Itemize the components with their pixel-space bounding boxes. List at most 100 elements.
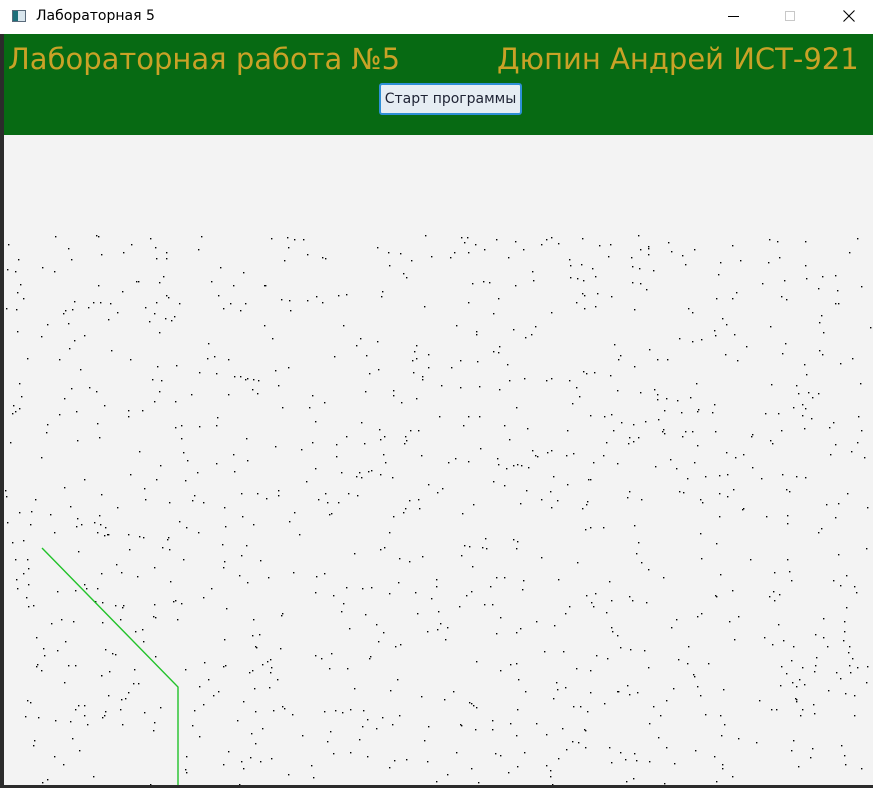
canvas-point bbox=[175, 600, 177, 602]
canvas-point bbox=[447, 774, 449, 776]
canvas-point bbox=[479, 416, 481, 418]
canvas-point bbox=[216, 463, 218, 465]
canvas-point bbox=[579, 396, 581, 398]
canvas-point bbox=[171, 320, 173, 322]
canvas-point bbox=[347, 668, 349, 670]
canvas-point bbox=[34, 740, 36, 742]
start-program-button[interactable]: Старт программы bbox=[379, 83, 522, 115]
canvas-point bbox=[584, 295, 586, 297]
canvas-point bbox=[504, 577, 506, 579]
canvas-point bbox=[199, 426, 201, 428]
canvas-point bbox=[250, 757, 252, 759]
canvas-point bbox=[486, 548, 488, 550]
canvas-point bbox=[476, 331, 478, 333]
canvas-point bbox=[253, 379, 255, 381]
canvas-point bbox=[611, 627, 613, 629]
canvas-point bbox=[27, 559, 29, 561]
canvas-point bbox=[361, 477, 363, 479]
canvas-point bbox=[161, 380, 163, 382]
canvas-point bbox=[289, 300, 291, 302]
canvas-point bbox=[400, 644, 402, 646]
canvas-point bbox=[595, 593, 597, 595]
canvas-point bbox=[240, 310, 242, 312]
canvas-point bbox=[766, 516, 768, 518]
canvas-point bbox=[840, 363, 842, 365]
canvas-point bbox=[590, 415, 592, 417]
canvas-point bbox=[41, 336, 43, 338]
canvas-point bbox=[468, 252, 470, 254]
canvas-point bbox=[471, 591, 473, 593]
canvas-point bbox=[100, 302, 102, 304]
canvas-point bbox=[468, 302, 470, 304]
canvas-point bbox=[786, 299, 788, 301]
canvas-point bbox=[821, 315, 823, 317]
canvas-point bbox=[515, 241, 517, 243]
canvas-point bbox=[130, 474, 132, 476]
canvas-point bbox=[727, 474, 729, 476]
canvas-point bbox=[641, 499, 643, 501]
canvas-point bbox=[333, 753, 335, 755]
canvas-point bbox=[806, 374, 808, 376]
canvas-point bbox=[499, 389, 501, 391]
canvas-point bbox=[330, 731, 332, 733]
canvas-point bbox=[513, 465, 515, 467]
close-button[interactable] bbox=[826, 0, 872, 32]
canvas-point bbox=[478, 782, 480, 784]
canvas-point bbox=[301, 449, 303, 451]
canvas-point bbox=[401, 402, 403, 404]
canvas-point bbox=[264, 325, 266, 327]
canvas-point bbox=[281, 615, 283, 617]
canvas-point bbox=[7, 269, 9, 271]
canvas-point bbox=[715, 431, 717, 433]
canvas-point bbox=[719, 475, 721, 477]
canvas-point bbox=[168, 537, 170, 539]
canvas-point bbox=[551, 237, 553, 239]
canvas-point bbox=[392, 477, 394, 479]
title-bar[interactable]: Лабораторная 5 bbox=[0, 0, 873, 34]
canvas-point bbox=[498, 298, 500, 300]
canvas-point bbox=[226, 608, 228, 610]
canvas-point bbox=[170, 581, 172, 583]
canvas-point bbox=[168, 297, 170, 299]
canvas-point bbox=[569, 380, 571, 382]
canvas-point bbox=[485, 538, 487, 540]
canvas-point bbox=[636, 760, 638, 762]
maximize-button[interactable] bbox=[767, 0, 813, 32]
canvas-point bbox=[701, 339, 703, 341]
canvas-point bbox=[557, 500, 559, 502]
canvas-point bbox=[412, 360, 414, 362]
canvas-point bbox=[722, 764, 724, 766]
canvas-point bbox=[852, 358, 854, 360]
canvas-point bbox=[397, 679, 399, 681]
canvas-point bbox=[752, 434, 754, 436]
canvas-point bbox=[785, 343, 787, 345]
canvas-point bbox=[673, 688, 675, 690]
canvas-point bbox=[777, 241, 779, 243]
canvas-point bbox=[509, 439, 511, 441]
canvas-point bbox=[518, 679, 520, 681]
drawing-canvas[interactable] bbox=[4, 135, 873, 788]
canvas-point bbox=[20, 284, 22, 286]
canvas-point bbox=[384, 547, 386, 549]
canvas-point bbox=[97, 588, 99, 590]
canvas-point bbox=[480, 448, 482, 450]
canvas-point bbox=[682, 436, 684, 438]
canvas-point bbox=[567, 430, 569, 432]
canvas-point bbox=[71, 259, 73, 261]
minimize-button[interactable] bbox=[710, 0, 756, 32]
canvas-point bbox=[823, 637, 825, 639]
canvas-point bbox=[173, 601, 175, 603]
canvas-point bbox=[627, 685, 629, 687]
canvas-point bbox=[632, 266, 634, 268]
canvas-point bbox=[450, 257, 452, 259]
canvas-point bbox=[525, 691, 527, 693]
canvas-point bbox=[719, 516, 721, 518]
canvas-point bbox=[468, 416, 470, 418]
canvas-point bbox=[294, 512, 296, 514]
canvas-point bbox=[179, 521, 181, 523]
canvas-point bbox=[493, 313, 495, 315]
canvas-point bbox=[288, 774, 290, 776]
canvas-point bbox=[324, 573, 326, 575]
canvas-point bbox=[750, 559, 752, 561]
canvas-point bbox=[714, 404, 716, 406]
